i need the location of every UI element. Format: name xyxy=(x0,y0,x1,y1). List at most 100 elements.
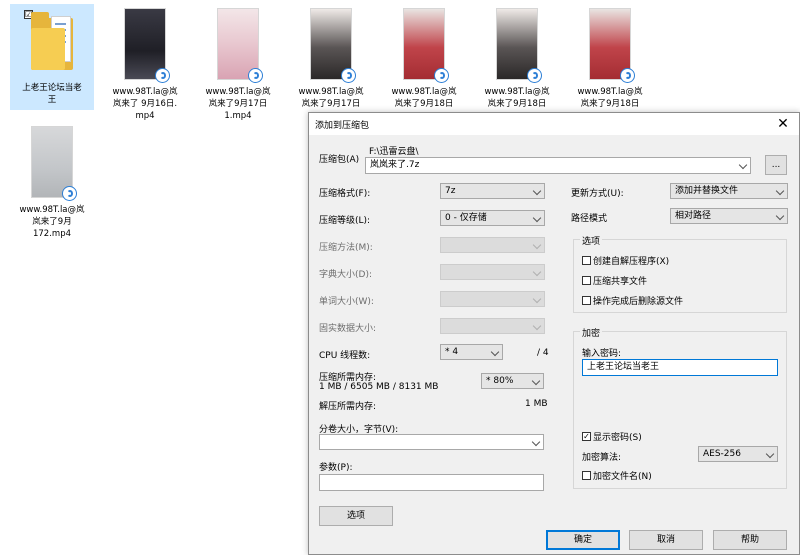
video-app-icon xyxy=(155,68,170,83)
video-app-icon xyxy=(527,68,542,83)
level-value: 0 - 仅存储 xyxy=(445,213,487,223)
video-file-item[interactable]: www.98T.la@岚 岚来了9月18日 xyxy=(568,8,652,110)
cpu-label: CPU 线程数: xyxy=(319,351,371,361)
checkmark-icon: ✓ xyxy=(582,432,591,441)
params-label: 参数(P): xyxy=(319,463,353,473)
add-to-archive-dialog: 添加到压缩包 ✕ 压缩包(A) F:\迅雷云盘\ 岚岚来了.7z ... 压缩格… xyxy=(308,112,800,555)
enc-method-select[interactable]: AES-256 xyxy=(698,446,778,462)
level-select[interactable]: 0 - 仅存储 xyxy=(440,210,545,226)
file-name: 上老王论坛当老 王 xyxy=(22,83,82,105)
show-password-checkbox[interactable]: ✓ 显示密码(S) xyxy=(582,430,642,443)
format-value: 7z xyxy=(445,186,456,196)
dict-select xyxy=(440,264,545,280)
video-thumbnail xyxy=(589,8,635,83)
chevron-down-icon xyxy=(531,437,541,447)
help-button[interactable]: 帮助 xyxy=(713,530,787,550)
method-label: 压缩方法(M): xyxy=(319,243,373,253)
chevron-down-icon xyxy=(531,376,541,386)
format-label: 压缩格式(F): xyxy=(319,189,371,199)
cpu-select[interactable]: * 4 xyxy=(440,344,503,360)
file-name: www.98T.la@岚 岚来了9月18日 xyxy=(577,87,643,109)
browse-button[interactable]: ... xyxy=(765,155,787,175)
file-name: www.98T.la@岚 岚来了9月18日 xyxy=(484,87,550,109)
video-file-item[interactable]: www.98T.la@岚 岚来了9月18日 xyxy=(475,8,559,110)
split-select[interactable] xyxy=(319,434,544,450)
mem-detail: 1 MB / 6505 MB / 8131 MB xyxy=(319,382,439,392)
file-name: www.98T.la@岚 岚来了9月 172.mp4 xyxy=(19,205,85,239)
file-name: www.98T.la@岚 岚来了9月18日 xyxy=(391,87,457,109)
options-button[interactable]: 选项 xyxy=(319,506,393,526)
close-icon[interactable]: ✕ xyxy=(771,113,795,135)
params-input[interactable] xyxy=(319,474,544,491)
video-thumbnail xyxy=(403,8,449,83)
mem-value: * 80% xyxy=(486,376,514,386)
word-label: 单词大小(W): xyxy=(319,297,374,307)
dialog-titlebar[interactable]: 添加到压缩包 ✕ xyxy=(309,113,799,135)
video-thumbnail xyxy=(124,8,170,83)
update-value: 添加并替换文件 xyxy=(675,186,739,196)
update-select[interactable]: 添加并替换文件 xyxy=(670,183,788,199)
video-app-icon xyxy=(248,68,263,83)
cancel-button[interactable]: 取消 xyxy=(629,530,703,550)
delete-source-checkbox[interactable]: 操作完成后删除源文件 xyxy=(582,294,683,307)
enc-method-label: 加密算法: xyxy=(582,453,622,463)
file-name: www.98T.la@岚 岚来了9月17日 1.mp4 xyxy=(205,87,271,121)
path-value: 相对路径 xyxy=(675,211,712,221)
video-file-item[interactable]: www.98T.la@岚 岚来了 9月16日. mp4 xyxy=(103,8,187,122)
sfx-label: 创建自解压程序(X) xyxy=(593,257,670,267)
file-name: www.98T.la@岚 岚来了9月17日 xyxy=(298,87,364,109)
chevron-down-icon xyxy=(532,213,542,223)
folder-icon xyxy=(31,12,73,70)
sfx-checkbox[interactable]: 创建自解压程序(X) xyxy=(582,254,669,267)
options-group-title: 选项 xyxy=(580,234,603,247)
folder-item[interactable]: ☑ 上老王论坛当老 王 xyxy=(10,4,94,110)
archive-name-value: 岚岚来了.7z xyxy=(370,160,420,170)
encrypt-names-checkbox[interactable]: 加密文件名(N) xyxy=(582,469,652,482)
video-app-icon xyxy=(434,68,449,83)
password-input[interactable]: 上老王论坛当老王 xyxy=(582,359,778,376)
file-name: www.98T.la@岚 岚来了 9月16日. mp4 xyxy=(112,87,178,121)
encryption-group: 加密 输入密码: 上老王论坛当老王 ✓ 显示密码(S) 加密算法: AES-256… xyxy=(573,326,787,489)
archive-path: F:\迅雷云盘\ xyxy=(369,147,419,157)
chevron-down-icon xyxy=(775,186,785,196)
format-select[interactable]: 7z xyxy=(440,183,545,199)
archive-label: 压缩包(A) xyxy=(319,155,360,165)
password-label: 输入密码: xyxy=(582,349,622,359)
shared-label: 压缩共享文件 xyxy=(593,277,648,287)
archive-name-combo[interactable]: 岚岚来了.7z xyxy=(365,157,751,174)
level-label: 压缩等级(L): xyxy=(319,216,371,226)
video-app-icon xyxy=(62,186,77,201)
video-thumbnail xyxy=(31,126,77,201)
decomp-label: 解压所需内存: xyxy=(319,402,377,412)
chevron-down-icon xyxy=(775,211,785,221)
chevron-down-icon xyxy=(532,294,542,304)
chevron-down-icon xyxy=(765,449,775,459)
chevron-down-icon xyxy=(532,321,542,331)
video-file-item[interactable]: www.98T.la@岚 岚来了9月 172.mp4 xyxy=(10,126,94,240)
video-file-item[interactable]: www.98T.la@岚 岚来了9月17日 xyxy=(289,8,373,110)
video-thumbnail xyxy=(217,8,263,83)
show-password-label: 显示密码(S) xyxy=(593,433,642,443)
ok-button[interactable]: 确定 xyxy=(546,530,620,550)
chevron-down-icon xyxy=(532,267,542,277)
video-file-item[interactable]: www.98T.la@岚 岚来了9月18日 xyxy=(382,8,466,110)
cpu-value: * 4 xyxy=(445,347,459,357)
chevron-down-icon xyxy=(738,160,748,170)
shared-checkbox[interactable]: 压缩共享文件 xyxy=(582,274,647,287)
enc-method-value: AES-256 xyxy=(703,449,741,459)
video-thumbnail xyxy=(496,8,542,83)
encryption-group-title: 加密 xyxy=(580,326,603,339)
chevron-down-icon xyxy=(532,240,542,250)
video-thumbnail xyxy=(310,8,356,83)
video-file-item[interactable]: www.98T.la@岚 岚来了9月17日 1.mp4 xyxy=(196,8,280,122)
update-label: 更新方式(U): xyxy=(571,189,624,199)
mem-select[interactable]: * 80% xyxy=(481,373,544,389)
chevron-down-icon xyxy=(532,186,542,196)
solid-label: 固实数据大小: xyxy=(319,324,377,334)
video-app-icon xyxy=(341,68,356,83)
dialog-title: 添加到压缩包 xyxy=(315,121,370,131)
encrypt-names-label: 加密文件名(N) xyxy=(593,472,652,482)
path-select[interactable]: 相对路径 xyxy=(670,208,788,224)
word-select xyxy=(440,291,545,307)
options-group: 选项 创建自解压程序(X) 压缩共享文件 操作完成后删除源文件 xyxy=(573,234,787,313)
